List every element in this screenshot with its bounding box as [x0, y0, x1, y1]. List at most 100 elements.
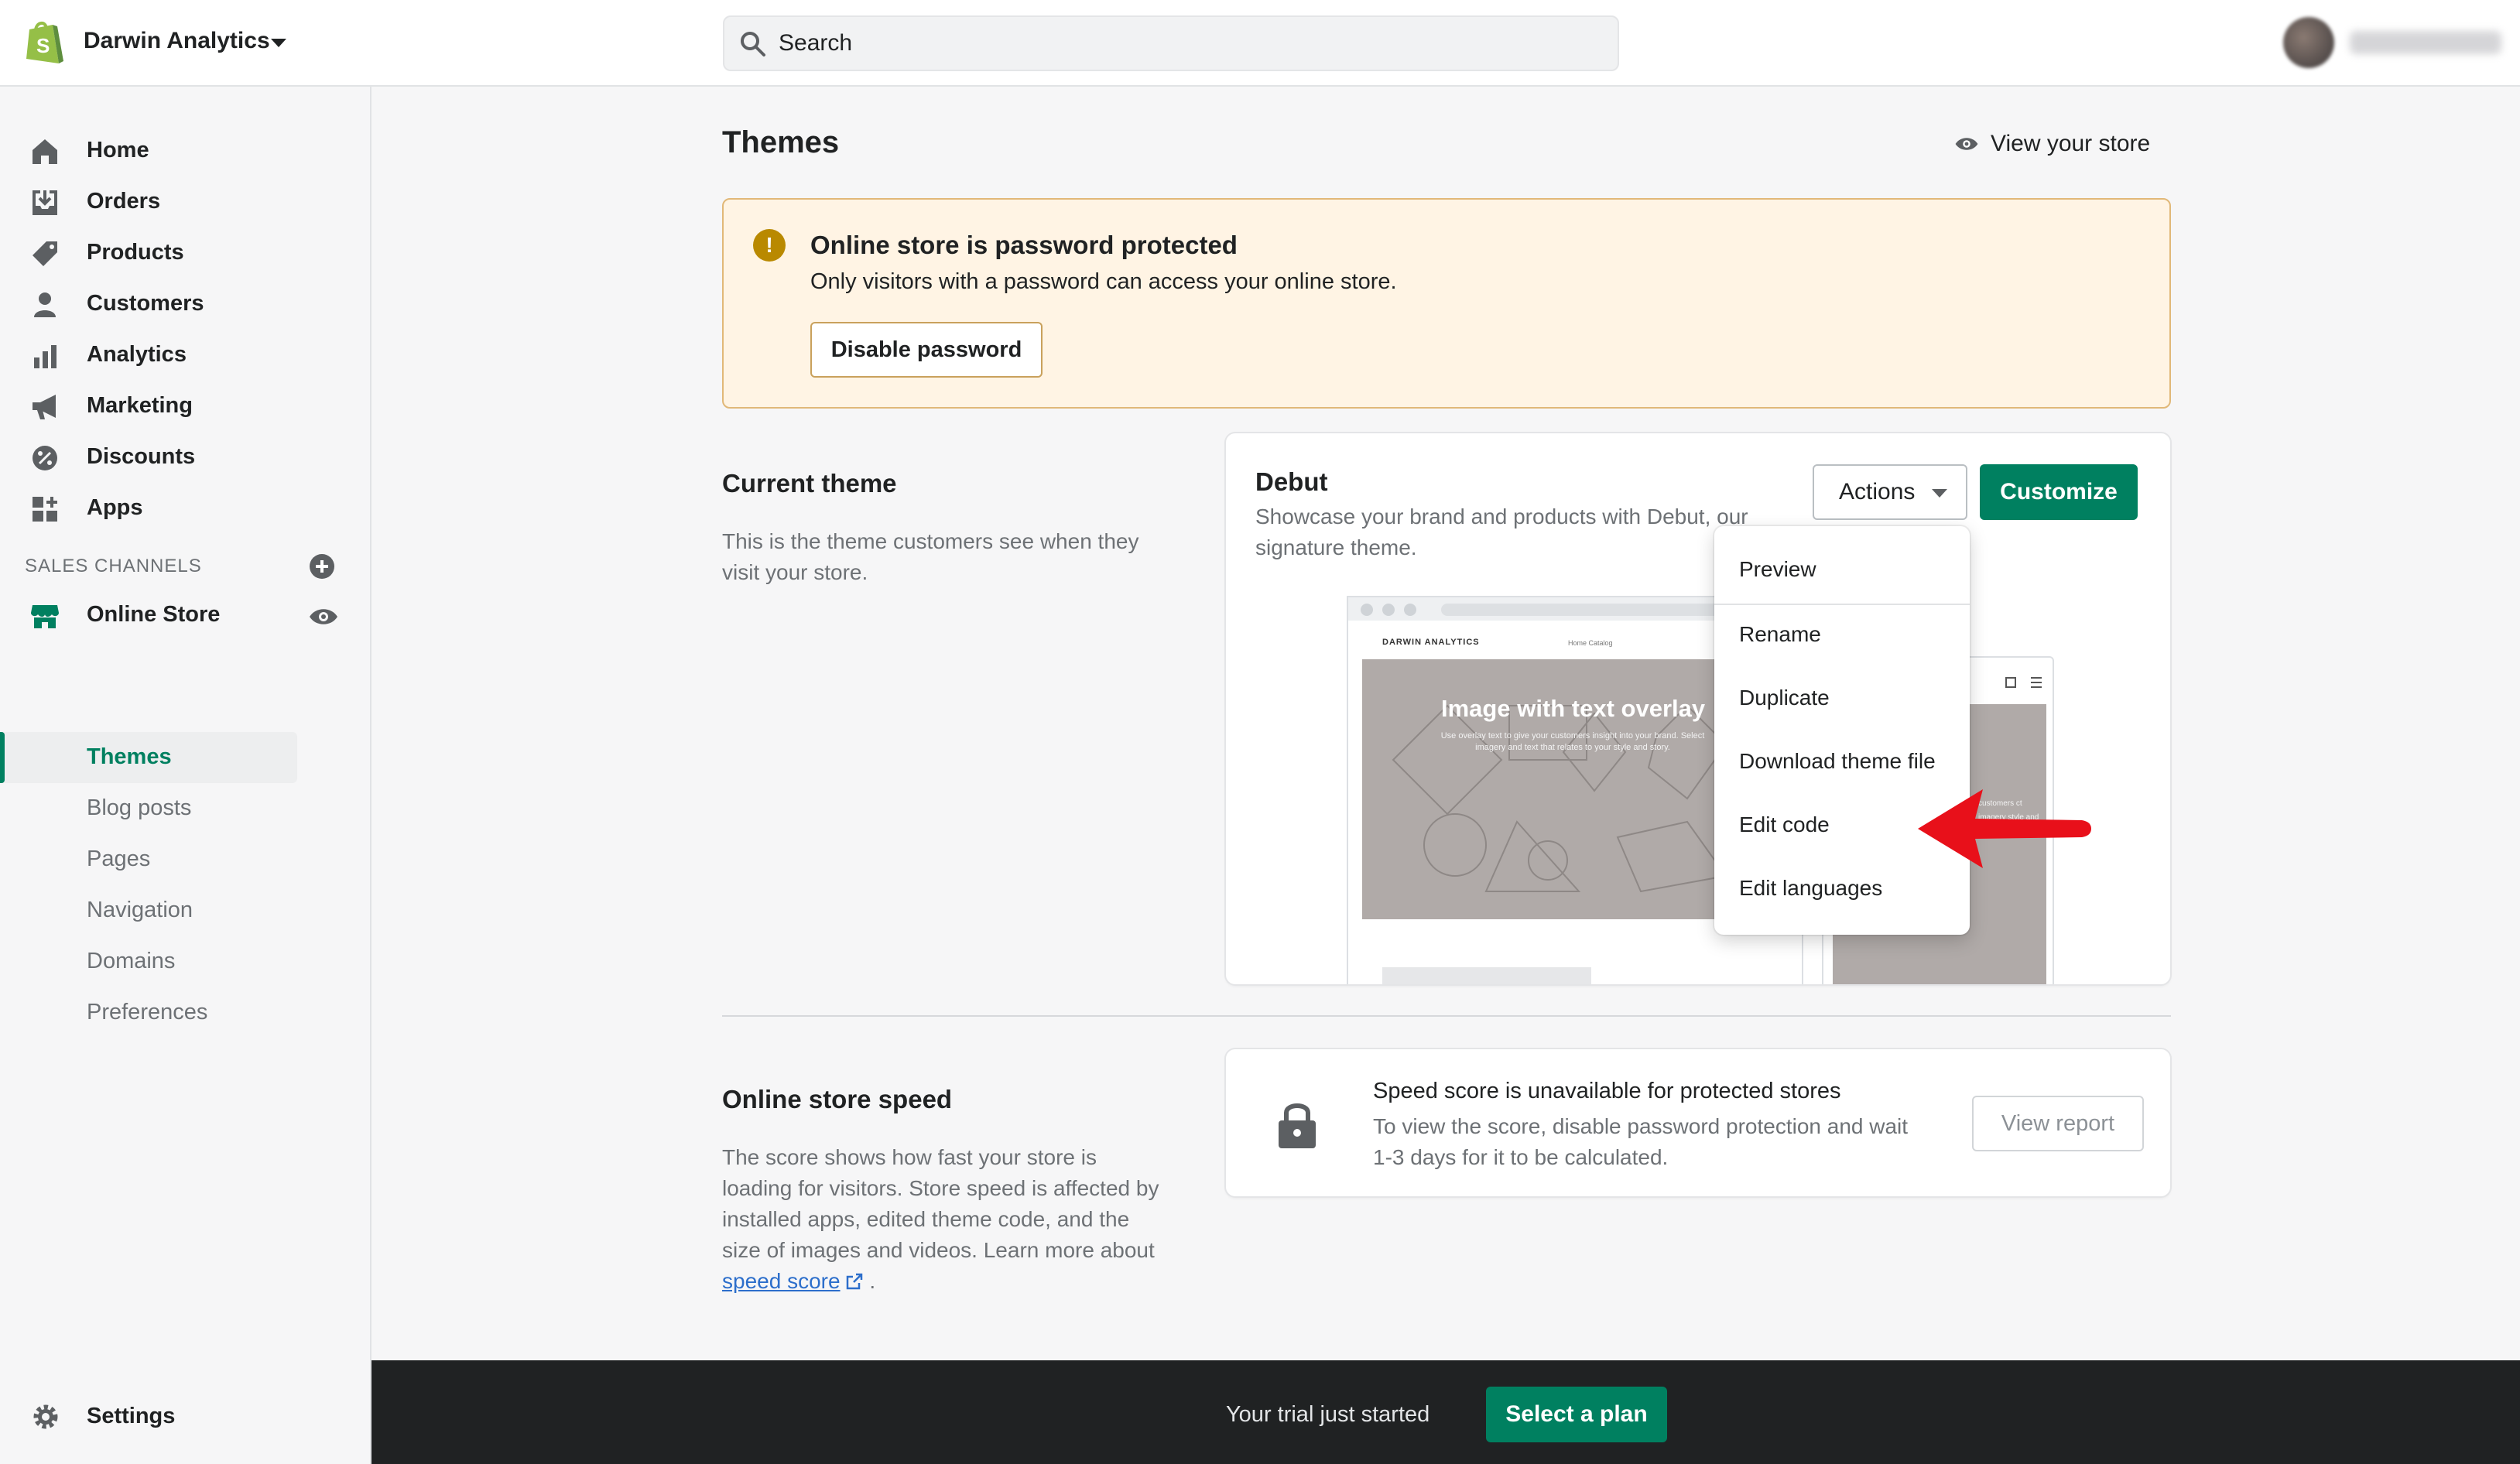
preview-links: Home Catalog: [1568, 639, 1613, 647]
theme-card: Debut Showcase your brand and products w…: [1226, 433, 2170, 984]
eye-icon: [1955, 138, 1978, 150]
speed-section-description: The score shows how fast your store is l…: [722, 1142, 1171, 1297]
section-divider: [722, 1015, 2171, 1017]
speed-card-text: To view the score, disable password prot…: [1373, 1114, 1909, 1169]
svg-text:S: S: [36, 34, 50, 57]
sidebar-item-label: Online Store: [87, 602, 221, 627]
speed-card: Speed score is unavailable for protected…: [1226, 1049, 2170, 1196]
actions-button[interactable]: Actions: [1813, 464, 1967, 520]
sidebar: Home Orders Products Customers Analytics…: [0, 87, 371, 1464]
sidebar-item-products[interactable]: Products: [0, 231, 371, 274]
speed-section-title: Online store speed: [722, 1085, 953, 1113]
sidebar-item-domains[interactable]: Domains: [87, 949, 175, 974]
shopify-logo[interactable]: S: [23, 19, 65, 67]
sidebar-item-marketing[interactable]: Marketing: [0, 384, 371, 427]
settings-label: Settings: [87, 1404, 176, 1428]
speed-score-link[interactable]: speed score: [722, 1269, 864, 1293]
speed-description-text: The score shows how fast your store is l…: [722, 1145, 1159, 1262]
sales-channels-title: SALES CHANNELS: [25, 556, 202, 576]
megaphone-icon: [33, 395, 56, 419]
view-report-button[interactable]: View report: [1972, 1096, 2144, 1151]
sidebar-item-apps[interactable]: Apps: [0, 486, 371, 529]
preview-hero-title: Image with text overlay: [1441, 695, 1706, 722]
speed-score-link-label: speed score: [722, 1269, 841, 1293]
sidebar-item-label: Customers: [87, 291, 204, 316]
sidebar-item-label: Orders: [87, 189, 161, 214]
trial-text: Your trial just started: [1226, 1402, 1430, 1427]
bar-chart-icon: [34, 345, 56, 368]
home-icon: [33, 139, 57, 164]
sidebar-item-preferences[interactable]: Preferences: [87, 1000, 207, 1025]
sidebar-item-analytics[interactable]: Analytics: [0, 333, 371, 376]
preview-browser-dot: [1361, 604, 1373, 616]
trial-bar: Your trial just started Select a plan: [371, 1360, 2520, 1464]
sidebar-item-label: Home: [87, 138, 149, 162]
store-switcher-caret-icon[interactable]: [271, 39, 286, 47]
page-title: Themes: [722, 125, 840, 159]
search-icon: [741, 32, 765, 56]
top-bar: S Darwin Analytics: [0, 0, 2520, 87]
current-theme-title: Current theme: [722, 469, 897, 498]
select-plan-button[interactable]: Select a plan: [1486, 1387, 1667, 1442]
customize-button[interactable]: Customize: [1980, 464, 2138, 520]
lock-icon: [1279, 1103, 1316, 1148]
person-icon: [34, 292, 56, 317]
tag-icon: [33, 241, 57, 266]
current-theme-description: This is the theme customers see when the…: [722, 529, 1139, 584]
actions-label: Actions: [1839, 479, 1916, 505]
banner-title: Online store is password protected: [810, 231, 1238, 259]
menu-divider: [1714, 604, 1970, 605]
preview-brand: DARWIN ANALYTICS: [1382, 638, 1480, 647]
sidebar-item-settings[interactable]: Settings: [0, 1393, 371, 1439]
orders-icon: [33, 190, 57, 215]
store-icon: [31, 605, 59, 628]
sidebar-item-label: Apps: [87, 495, 143, 520]
sidebar-item-customers[interactable]: Customers: [0, 282, 371, 325]
sidebar-item-label: Products: [87, 240, 184, 265]
avatar[interactable]: [2283, 17, 2334, 68]
gear-icon: [33, 1404, 58, 1429]
menu-item-edit-languages[interactable]: Edit languages: [1739, 876, 1882, 901]
view-store-link[interactable]: View your store: [1953, 127, 2150, 161]
external-link-icon: [846, 1273, 862, 1290]
password-warning-banner: ! Online store is password protected Onl…: [722, 198, 2171, 409]
sidebar-item-orders[interactable]: Orders: [0, 180, 371, 223]
speed-description-end: .: [869, 1269, 876, 1293]
user-name-blurred[interactable]: [2350, 31, 2501, 54]
sidebar-item-label: Marketing: [87, 393, 193, 418]
menu-item-duplicate[interactable]: Duplicate: [1739, 686, 1830, 710]
search-input[interactable]: [779, 26, 1599, 60]
preview-hero-subtitle: Use overlay text to give your customers …: [1440, 731, 1705, 752]
discount-icon: [33, 446, 57, 470]
theme-name: Debut: [1255, 467, 1328, 496]
actions-menu: Preview Rename Duplicate Download theme …: [1714, 526, 1970, 935]
sidebar-item-label: Analytics: [87, 342, 187, 367]
preview-mobile-icons: [2005, 677, 2042, 688]
menu-item-rename[interactable]: Rename: [1739, 622, 1821, 647]
sidebar-item-blog-posts[interactable]: Blog posts: [87, 795, 191, 821]
disable-password-button[interactable]: Disable password: [810, 322, 1043, 378]
banner-text: Only visitors with a password can access…: [810, 269, 1397, 294]
sidebar-item-navigation[interactable]: Navigation: [87, 898, 193, 923]
view-store-label: View your store: [1991, 131, 2151, 156]
preview-browser-dot: [1404, 604, 1416, 616]
search-bar[interactable]: [723, 15, 1619, 71]
menu-item-preview[interactable]: Preview: [1739, 557, 1816, 582]
preview-footer-block: [1382, 967, 1591, 984]
add-channel-icon[interactable]: [308, 552, 336, 580]
sidebar-item-label: Discounts: [87, 444, 196, 469]
red-arrow-annotation-icon: [1918, 789, 2091, 868]
active-item-indicator: [0, 732, 5, 783]
apps-icon: [33, 497, 57, 522]
menu-item-download-theme-file[interactable]: Download theme file: [1739, 749, 1936, 774]
store-name[interactable]: Darwin Analytics: [84, 28, 270, 54]
sidebar-item-discounts[interactable]: Discounts: [0, 435, 371, 478]
speed-card-title: Speed score is unavailable for protected…: [1373, 1079, 1841, 1103]
warning-icon: !: [753, 229, 786, 262]
eye-icon[interactable]: [308, 605, 339, 628]
sidebar-item-home[interactable]: Home: [0, 128, 371, 172]
sidebar-item-pages[interactable]: Pages: [87, 847, 150, 872]
chevron-down-icon: [1932, 489, 1947, 498]
sidebar-item-themes[interactable]: Themes: [87, 744, 172, 770]
menu-item-edit-code[interactable]: Edit code: [1739, 812, 1830, 837]
